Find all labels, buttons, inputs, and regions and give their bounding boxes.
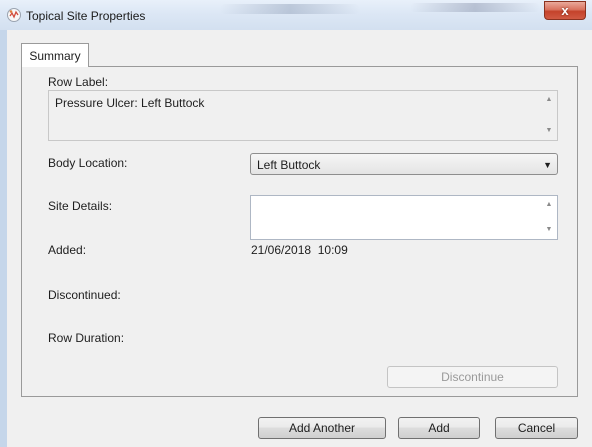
close-button[interactable]: x [544,1,586,20]
discontinued-caption: Discontinued: [48,288,121,302]
site-details-scrollbar[interactable]: ▲ ▼ [541,196,557,239]
tab-label: Summary [29,48,81,63]
discontinue-button[interactable]: Discontinue [387,366,558,388]
site-details-caption: Site Details: [48,199,113,213]
scroll-down-icon[interactable]: ▼ [546,226,553,234]
window-frame-left [0,30,7,447]
added-caption: Added: [48,243,87,257]
title-bar[interactable]: Topical Site Properties x [0,0,592,30]
row-label-field: Pressure Ulcer: Left Buttock ▲ ▼ [48,90,558,141]
chevron-down-icon[interactable]: ▼ [543,160,552,170]
title-bar-blur [220,4,360,14]
add-button[interactable]: Add [398,417,480,439]
add-another-button[interactable]: Add Another [258,417,386,439]
row-label-scrollbar[interactable]: ▲ ▼ [541,91,557,140]
row-duration-caption: Row Duration: [48,331,125,345]
site-details-input[interactable]: ▲ ▼ [250,195,558,240]
dialog-window: Topical Site Properties x Summary Row La… [0,0,592,447]
window-title: Topical Site Properties [26,9,146,23]
cancel-button[interactable]: Cancel [495,417,578,439]
close-icon: x [561,3,569,18]
row-label-caption: Row Label: [48,75,109,89]
added-value: 21/06/2018 10:09 [251,243,348,257]
body-location-dropdown[interactable]: Left Buttock ▼ [250,153,558,175]
row-label-value: Pressure Ulcer: Left Buttock [55,96,205,110]
patient-chart-icon [7,8,21,22]
tab-summary[interactable]: Summary [21,43,89,67]
scroll-down-icon[interactable]: ▼ [546,127,553,135]
scroll-up-icon[interactable]: ▲ [546,96,553,104]
body-location-value: Left Buttock [257,158,321,172]
title-bar-blur [410,3,540,12]
body-location-caption: Body Location: [48,156,128,170]
scroll-up-icon[interactable]: ▲ [546,201,553,209]
